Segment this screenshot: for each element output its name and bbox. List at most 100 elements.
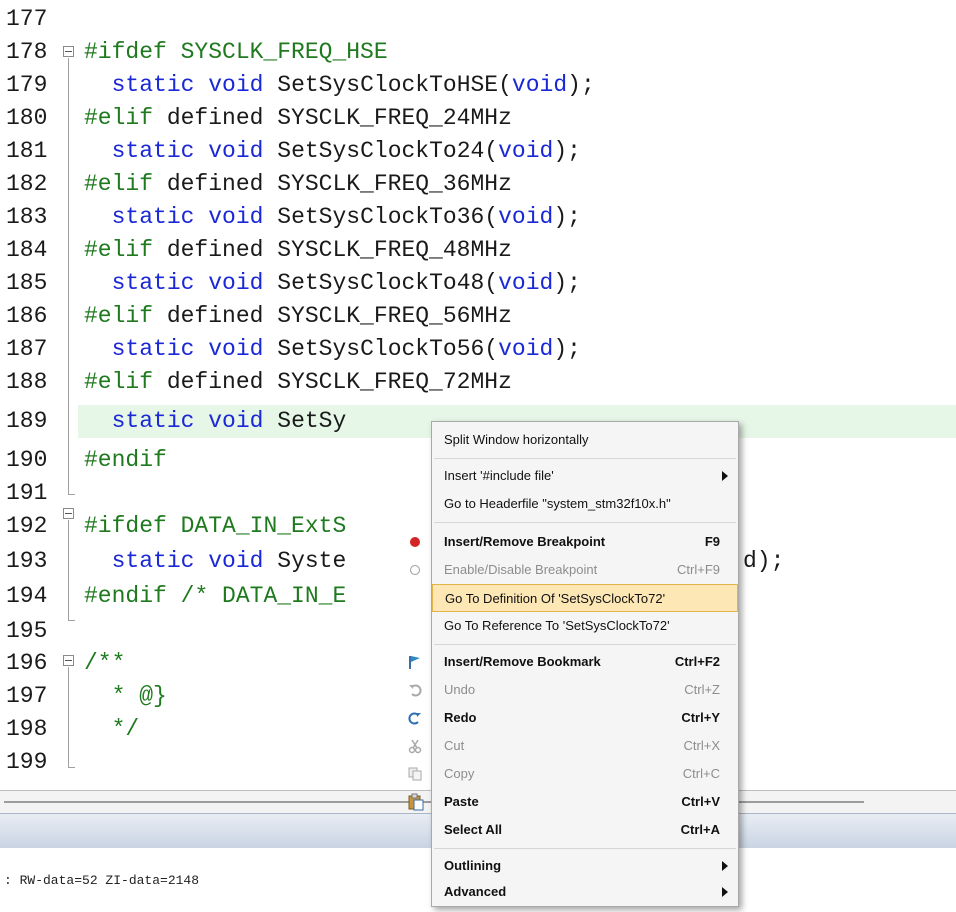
fold-guide bbox=[68, 667, 69, 767]
menu-item-label: Enable/Disable Breakpoint bbox=[444, 562, 598, 577]
line-number: 178 bbox=[6, 39, 48, 65]
menu-item-go-to-reference[interactable]: Go To Reference To 'SetSysClockTo72' bbox=[432, 612, 738, 640]
menu-item-shortcut: Ctrl+V bbox=[681, 794, 720, 809]
code-line: #ifdef SYSCLK_FREQ_HSE bbox=[84, 36, 388, 69]
menu-item-shortcut: Ctrl+A bbox=[680, 822, 720, 837]
line-number: 190 bbox=[6, 447, 48, 473]
menu-item-label: Select All bbox=[444, 822, 503, 837]
line-number: 198 bbox=[6, 716, 48, 742]
menu-item-shortcut: Ctrl+Z bbox=[684, 682, 720, 697]
menu-item-enable-disable-breakpoint[interactable]: Enable/Disable Breakpoint Ctrl+F9 bbox=[410, 556, 738, 584]
line-number: 188 bbox=[6, 369, 48, 395]
menu-item-bookmark[interactable]: Insert/Remove Bookmark Ctrl+F2 bbox=[409, 648, 738, 676]
menu-item-label: Outlining bbox=[444, 858, 502, 873]
context-menu: Split Window horizontally Insert '#inclu… bbox=[408, 421, 739, 907]
line-number: 195 bbox=[6, 618, 48, 644]
menu-separator bbox=[434, 848, 736, 849]
menu-separator bbox=[434, 644, 736, 645]
line-number: 193 bbox=[6, 548, 48, 574]
menu-item-paste[interactable]: Paste Ctrl+V bbox=[408, 788, 738, 816]
fold-guide-end bbox=[68, 494, 75, 495]
code-line: static void SetSysClockTo48(void); bbox=[111, 270, 581, 296]
code-line: static void SetSy bbox=[111, 408, 347, 434]
menu-item-shortcut: Ctrl+C bbox=[682, 766, 720, 781]
code-line: #endif /* DATA_IN_E bbox=[84, 583, 347, 609]
line-number: 182 bbox=[6, 171, 48, 197]
code-line: /** bbox=[84, 650, 126, 676]
menu-item-label: Go to Headerfile "system_stm32f10x.h" bbox=[444, 496, 671, 511]
menu-separator bbox=[434, 458, 736, 459]
menu-item-cut[interactable]: Cut Ctrl+X bbox=[408, 732, 738, 760]
line-number: 196 bbox=[6, 650, 48, 676]
line-number: 199 bbox=[6, 749, 48, 775]
submenu-arrow-icon bbox=[722, 471, 728, 481]
menu-separator bbox=[434, 522, 736, 523]
line-number: 177 bbox=[6, 6, 48, 32]
menu-item-split-window[interactable]: Split Window horizontally bbox=[432, 426, 738, 454]
menu-item-insert-remove-breakpoint[interactable]: Insert/Remove Breakpoint F9 bbox=[410, 528, 738, 556]
menu-item-label: Split Window horizontally bbox=[444, 432, 589, 447]
line-number: 184 bbox=[6, 237, 48, 263]
line-number: 179 bbox=[6, 72, 48, 98]
menu-item-shortcut: F9 bbox=[704, 534, 720, 549]
code-line: #endif bbox=[84, 447, 167, 473]
line-number: 181 bbox=[6, 138, 48, 164]
scissors-icon bbox=[408, 739, 422, 754]
menu-item-redo[interactable]: Redo Ctrl+Y bbox=[408, 704, 738, 732]
code-line: #elif defined SYSCLK_FREQ_36MHz bbox=[84, 171, 512, 197]
code-line: #ifdef DATA_IN_ExtS bbox=[84, 513, 347, 539]
menu-item-shortcut: Ctrl+F2 bbox=[674, 654, 720, 669]
menu-item-shortcut: Ctrl+F9 bbox=[677, 562, 720, 577]
fold-guide bbox=[68, 58, 69, 494]
paste-icon bbox=[408, 793, 424, 811]
line-number: 185 bbox=[6, 270, 48, 296]
menu-item-advanced[interactable]: Advanced bbox=[432, 878, 738, 906]
code-line: static void SetSysClockToHSE(void); bbox=[111, 72, 595, 98]
menu-item-undo[interactable]: Undo Ctrl+Z bbox=[409, 676, 738, 704]
redo-icon bbox=[408, 712, 421, 725]
line-number: 194 bbox=[6, 583, 48, 609]
code-text: #ifdef SYSCLK_FREQ_HSE bbox=[84, 39, 388, 65]
line-number: 189 bbox=[6, 408, 48, 434]
line-number: 192 bbox=[6, 513, 48, 539]
fold-guide-end bbox=[68, 767, 75, 768]
breakpoint-icon bbox=[410, 537, 420, 547]
code-line: #elif defined SYSCLK_FREQ_48MHz bbox=[84, 237, 512, 263]
line-number: 187 bbox=[6, 336, 48, 362]
menu-item-go-to-headerfile[interactable]: Go to Headerfile "system_stm32f10x.h" bbox=[432, 490, 738, 518]
menu-item-label: Undo bbox=[444, 682, 476, 697]
menu-item-label: Copy bbox=[444, 766, 475, 781]
menu-item-copy[interactable]: Copy Ctrl+C bbox=[408, 760, 738, 788]
fold-guide bbox=[68, 520, 69, 620]
menu-item-label: Insert/Remove Breakpoint bbox=[444, 534, 606, 549]
menu-item-label: Paste bbox=[444, 794, 479, 809]
menu-item-outlining[interactable]: Outlining bbox=[432, 852, 738, 880]
disabled-breakpoint-icon bbox=[410, 565, 420, 575]
menu-item-shortcut: Ctrl+X bbox=[683, 738, 720, 753]
bookmark-flag-icon bbox=[409, 656, 420, 669]
code-line-tail: d); bbox=[743, 548, 785, 574]
code-line: static void SetSysClockTo24(void); bbox=[111, 138, 581, 164]
line-number: 183 bbox=[6, 204, 48, 230]
menu-item-go-to-definition[interactable]: Go To Definition Of 'SetSysClockTo72' bbox=[432, 584, 738, 612]
menu-item-label: Cut bbox=[444, 738, 465, 753]
code-line: * @} bbox=[84, 683, 167, 709]
menu-item-insert-include[interactable]: Insert '#include file' bbox=[432, 462, 738, 490]
code-line: */ bbox=[84, 716, 140, 742]
fold-guide-end bbox=[68, 620, 75, 621]
submenu-arrow-icon bbox=[722, 861, 728, 871]
menu-item-label: Insert '#include file' bbox=[444, 468, 554, 483]
undo-icon bbox=[409, 684, 422, 697]
menu-item-label: Go To Reference To 'SetSysClockTo72' bbox=[444, 618, 670, 633]
submenu-arrow-icon bbox=[722, 887, 728, 897]
code-line: #elif defined SYSCLK_FREQ_72MHz bbox=[84, 369, 512, 395]
copy-icon bbox=[408, 767, 422, 781]
menu-item-label: Advanced bbox=[444, 884, 507, 899]
menu-item-select-all[interactable]: Select All Ctrl+A bbox=[432, 816, 738, 844]
line-number: 180 bbox=[6, 105, 48, 131]
code-line: static void SetSysClockTo36(void); bbox=[111, 204, 581, 230]
menu-item-shortcut: Ctrl+Y bbox=[681, 710, 720, 725]
code-line: static void Syste bbox=[111, 548, 347, 574]
menu-item-label: Go To Definition Of 'SetSysClockTo72' bbox=[445, 591, 666, 606]
menu-item-label: Insert/Remove Bookmark bbox=[444, 654, 601, 669]
